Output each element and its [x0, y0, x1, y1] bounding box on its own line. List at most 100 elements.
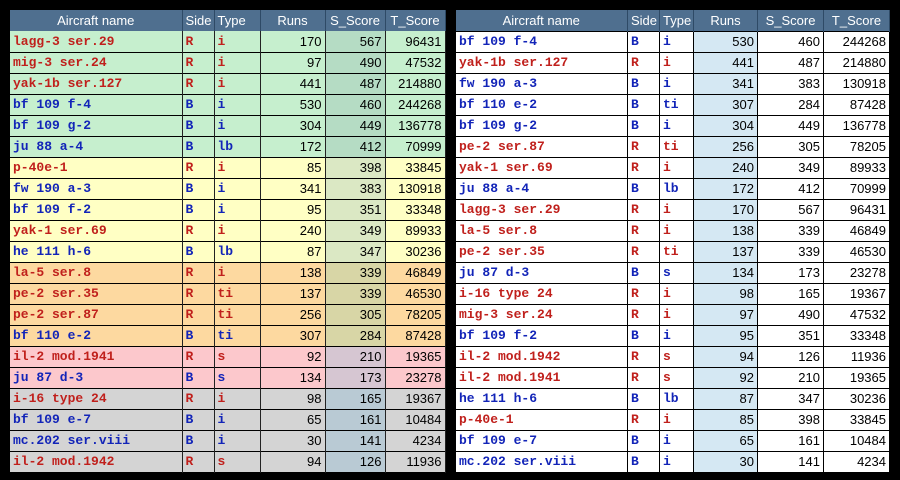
aircraft-name-cell: he 111 h-6 [455, 387, 628, 410]
header-s-score[interactable]: S_Score [325, 10, 386, 31]
table-row: p-40e-1 Ri 85 398 33845 [10, 157, 446, 179]
runs-cell: 65 [693, 429, 758, 452]
s-score-cell: 412 [757, 177, 824, 200]
s-score-cell: 349 [757, 156, 824, 179]
s-score-cell: 460 [325, 94, 386, 116]
header-aircraft-name[interactable]: Aircraft name [10, 10, 183, 31]
aircraft-name-cell: bf 109 f-4 [455, 30, 628, 53]
table-row: bf 109 f-2 Bi 95 351 33348 [455, 324, 890, 347]
aircraft-name-cell: yak-1 ser.69 [10, 220, 183, 242]
table-row: yak-1b ser.127 Ri 441 487 214880 [455, 51, 890, 74]
runs-cell: 256 [260, 304, 326, 326]
side-cell: R [182, 73, 215, 95]
type-cell: i [659, 303, 694, 326]
t-score-cell: 33845 [823, 408, 890, 431]
side-cell: B [182, 178, 215, 200]
aircraft-name-cell: il-2 mod.1942 [10, 451, 183, 473]
side-cell: B [182, 94, 215, 116]
t-score-cell: 130918 [385, 178, 446, 200]
type-cell: s [214, 367, 261, 389]
runs-cell: 341 [693, 72, 758, 95]
runs-cell: 98 [260, 388, 326, 410]
table-row: lagg-3 ser.29 Ri 170 567 96431 [10, 31, 446, 53]
side-cell: R [182, 262, 215, 284]
aircraft-name-cell: bf 109 f-2 [455, 324, 628, 347]
t-score-cell: 10484 [823, 429, 890, 452]
side-cell: R [182, 283, 215, 305]
type-cell: s [214, 451, 261, 473]
header-side[interactable]: Side [182, 10, 215, 31]
header-aircraft-name[interactable]: Aircraft name [455, 10, 628, 31]
header-type[interactable]: Type [659, 10, 694, 31]
table-row: bf 109 g-2 Bi 304 449 136778 [455, 114, 890, 137]
type-cell: s [659, 366, 694, 389]
s-score-cell: 339 [757, 219, 824, 242]
t-score-cell: 70999 [385, 136, 446, 158]
type-cell: ti [214, 304, 261, 326]
header-runs[interactable]: Runs [693, 10, 758, 31]
runs-cell: 170 [260, 31, 326, 53]
table-row: i-16 type 24 Ri 98 165 19367 [455, 282, 890, 305]
aircraft-name-cell: bf 109 e-7 [455, 429, 628, 452]
type-cell: i [214, 388, 261, 410]
side-cell: R [627, 366, 660, 389]
header-runs[interactable]: Runs [260, 10, 326, 31]
t-score-cell: 47532 [385, 52, 446, 74]
header-t-score[interactable]: T_Score [823, 10, 890, 31]
t-score-cell: 46530 [385, 283, 446, 305]
table-row: il-2 mod.1941 Rs 92 210 19365 [10, 346, 446, 368]
runs-cell: 256 [693, 135, 758, 158]
t-score-cell: 4234 [823, 450, 890, 473]
s-score-cell: 126 [325, 451, 386, 473]
aircraft-name-cell: il-2 mod.1942 [455, 345, 628, 368]
aircraft-name-cell: mc.202 ser.viii [455, 450, 628, 473]
side-cell: B [627, 324, 660, 347]
t-score-cell: 214880 [385, 73, 446, 95]
aircraft-name-cell: bf 109 f-4 [10, 94, 183, 116]
side-cell: R [627, 51, 660, 74]
t-score-cell: 78205 [385, 304, 446, 326]
t-score-cell: 46530 [823, 240, 890, 263]
side-cell: R [627, 345, 660, 368]
runs-cell: 97 [260, 52, 326, 74]
runs-cell: 530 [260, 94, 326, 116]
side-cell: R [627, 240, 660, 263]
s-score-cell: 141 [757, 450, 824, 473]
s-score-cell: 339 [325, 262, 386, 284]
table-row: yak-1 ser.69 Ri 240 349 89933 [455, 156, 890, 179]
score-table-by-s-score: Aircraft name Side Type Runs S_Score T_S… [10, 10, 446, 473]
side-cell: R [627, 156, 660, 179]
table-row: fw 190 a-3 Bi 341 383 130918 [10, 178, 446, 200]
runs-cell: 95 [260, 199, 326, 221]
table-row: ju 87 d-3 Bs 134 173 23278 [10, 367, 446, 389]
header-t-score[interactable]: T_Score [385, 10, 446, 31]
header-s-score[interactable]: S_Score [757, 10, 824, 31]
runs-cell: 441 [693, 51, 758, 74]
type-cell: i [659, 429, 694, 452]
type-cell: s [659, 261, 694, 284]
side-cell: B [627, 72, 660, 95]
side-cell: R [627, 219, 660, 242]
t-score-cell: 96431 [823, 198, 890, 221]
s-score-cell: 210 [325, 346, 386, 368]
header-side[interactable]: Side [627, 10, 660, 31]
t-score-cell: 244268 [823, 30, 890, 53]
table-row: la-5 ser.8 Ri 138 339 46849 [10, 262, 446, 284]
aircraft-name-cell: pe-2 ser.35 [10, 283, 183, 305]
s-score-cell: 173 [757, 261, 824, 284]
t-score-cell: 33845 [385, 157, 446, 179]
table-row: p-40e-1 Ri 85 398 33845 [455, 408, 890, 431]
side-cell: B [627, 114, 660, 137]
side-cell: R [182, 31, 215, 53]
table-row: ju 88 a-4 Blb 172 412 70999 [10, 136, 446, 158]
side-cell: R [182, 220, 215, 242]
table-row: he 111 h-6 Blb 87 347 30236 [10, 241, 446, 263]
table-row: fw 190 a-3 Bi 341 383 130918 [455, 72, 890, 95]
table-row: mig-3 ser.24 Ri 97 490 47532 [455, 303, 890, 326]
type-cell: i [659, 51, 694, 74]
side-cell: R [627, 282, 660, 305]
t-score-cell: 11936 [823, 345, 890, 368]
table-row: i-16 type 24 Ri 98 165 19367 [10, 388, 446, 410]
header-type[interactable]: Type [214, 10, 261, 31]
s-score-cell: 490 [325, 52, 386, 74]
